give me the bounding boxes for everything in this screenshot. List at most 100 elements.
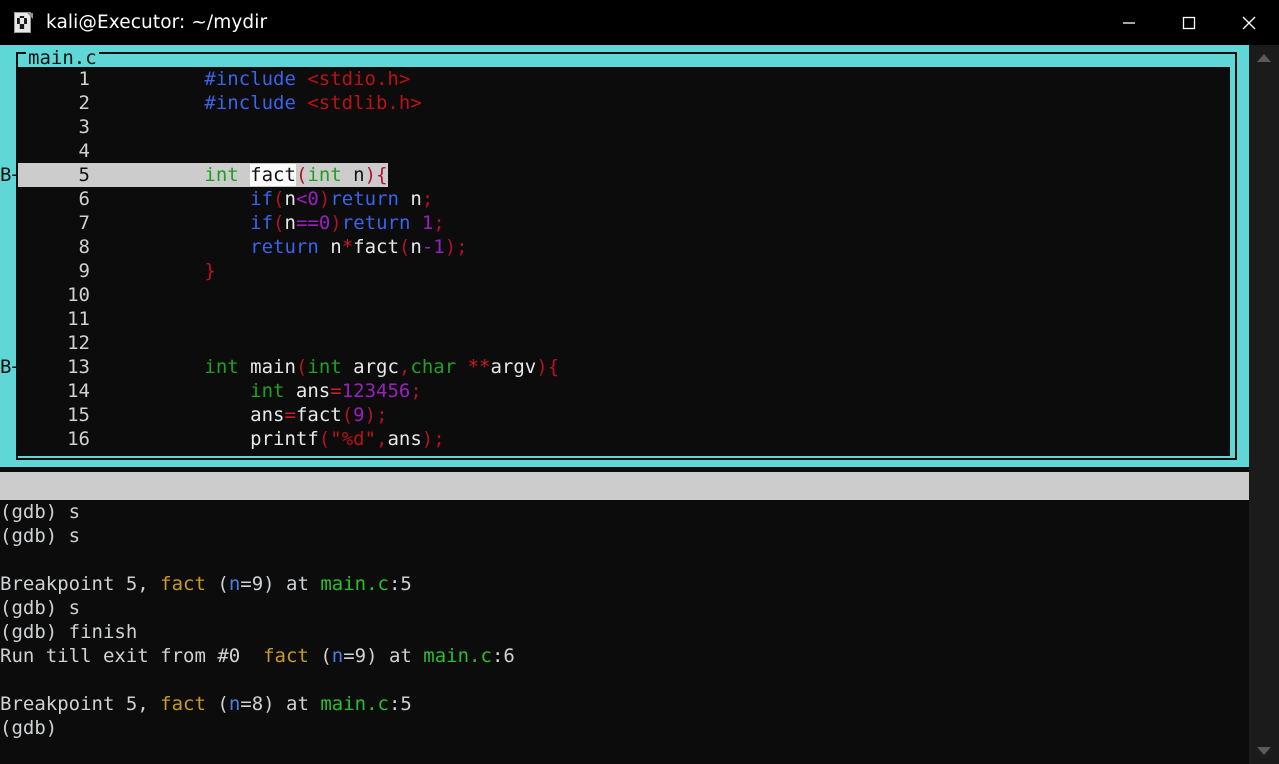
code-token: fact: [250, 164, 296, 186]
gdb-status-bar: native process 185 In: fact L5 PC: 0x555…: [0, 472, 1249, 500]
code-token: printf: [250, 428, 319, 450]
code-token: (: [273, 212, 285, 234]
code-token: n: [398, 188, 422, 210]
console-token: fact: [160, 573, 206, 595]
scroll-up-arrow-icon[interactable]: [1249, 45, 1279, 71]
source-line[interactable]: 16 printf("%d",ans);: [18, 427, 1230, 451]
console-token: fact: [160, 693, 206, 715]
code-token: (: [273, 188, 285, 210]
line-number: 1: [78, 68, 90, 90]
code-token: n: [353, 164, 365, 186]
source-line[interactable]: 14 int ans=123456;: [18, 379, 1230, 403]
console-token: =8) at: [240, 693, 321, 715]
console-token: (gdb) finish: [0, 621, 138, 643]
code-token: (: [318, 428, 331, 450]
code-token: ): [330, 212, 342, 234]
code-token: (: [341, 404, 354, 426]
gdb-console-output[interactable]: (gdb) s (gdb) s Breakpoint 5, fact (n=9) a…: [0, 500, 1249, 764]
source-code-area[interactable]: 1 #include <stdio.h> 2 #include <stdlib.h…: [18, 67, 1230, 456]
close-icon[interactable]: [1219, 0, 1279, 45]
source-line[interactable]: 10: [18, 283, 1230, 307]
code-token: ans: [387, 428, 422, 450]
console-token: (: [308, 645, 332, 667]
console-line: (gdb) s: [0, 524, 1249, 548]
code-token: argv: [490, 356, 537, 378]
line-number: 15: [67, 404, 90, 426]
console-token: (gdb): [0, 717, 58, 739]
console-line: (gdb) s: [0, 596, 1249, 620]
code-token: }: [204, 260, 216, 282]
line-source: return n*fact(n-1);: [90, 236, 467, 258]
code-token: 0: [307, 188, 319, 210]
source-line[interactable]: 6 if(n<0)return n;: [18, 187, 1230, 211]
maximize-icon[interactable]: [1159, 0, 1219, 45]
terminal-body[interactable]: main.c B+>B+ 1 #include <stdio.h>2 #incl…: [0, 45, 1279, 764]
code-token: 9: [353, 404, 365, 426]
code-token: =: [330, 380, 342, 402]
minimize-icon[interactable]: [1099, 0, 1159, 45]
console-token: fact: [263, 645, 309, 667]
line-number: 14: [67, 380, 90, 402]
source-line[interactable]: 2 #include <stdlib.h>: [18, 91, 1230, 115]
line-source: printf("%d",ans);: [90, 428, 445, 450]
code-token: return: [341, 212, 411, 234]
line-number: 3: [78, 116, 90, 138]
code-token: (: [295, 164, 308, 186]
line-source: int fact(int n){: [90, 164, 388, 186]
source-line[interactable]: 4: [18, 139, 1230, 163]
code-token: int: [307, 356, 342, 378]
code-token: n: [284, 188, 296, 210]
code-token: ): [318, 188, 331, 210]
code-token: ans: [250, 404, 285, 426]
code-token: if: [250, 212, 274, 234]
code-token: if: [250, 188, 274, 210]
code-token: 123456: [341, 380, 411, 402]
code-token: argc: [341, 356, 399, 378]
source-line[interactable]: 8 return n*fact(n-1);: [18, 235, 1230, 259]
code-token: <stdlib.h>: [307, 92, 422, 114]
code-token: #include: [204, 92, 296, 114]
code-token: ): [364, 164, 377, 186]
console-token: (: [205, 693, 229, 715]
line-number: 6: [78, 188, 90, 210]
console-line: Breakpoint 5, fact (n=8) at main.c:5: [0, 692, 1249, 716]
source-line[interactable]: 15 ans=fact(9);: [18, 403, 1230, 427]
source-line[interactable]: 7 if(n==0)return 1;: [18, 211, 1230, 235]
source-line[interactable]: 12: [18, 331, 1230, 355]
console-token: Breakpoint 5,: [0, 693, 161, 715]
source-line[interactable]: 3: [18, 115, 1230, 139]
code-token: ==: [295, 212, 319, 234]
source-line[interactable]: 1 #include <stdio.h>: [18, 67, 1230, 91]
source-line[interactable]: 5 int fact(int n){: [18, 163, 388, 187]
console-token: Breakpoint 5,: [0, 573, 161, 595]
console-token: (gdb) s: [0, 501, 81, 523]
source-line[interactable]: 11: [18, 307, 1230, 331]
code-token: "%d": [330, 428, 377, 450]
code-token: fact: [295, 404, 342, 426]
console-token: main.c: [423, 645, 492, 667]
code-token: n: [284, 212, 296, 234]
code-token: *: [341, 236, 354, 258]
window-title: kali@Executor: ~/mydir: [46, 12, 268, 33]
code-token: main: [250, 356, 296, 378]
code-token: <stdio.h>: [307, 68, 411, 90]
gdb-source-window[interactable]: main.c B+>B+ 1 #include <stdio.h>2 #incl…: [0, 45, 1249, 467]
code-token: n: [410, 236, 422, 258]
scroll-down-arrow-icon[interactable]: [1249, 738, 1279, 764]
line-source: ans=fact(9);: [90, 404, 387, 426]
console-token: main.c: [320, 693, 389, 715]
code-token: -: [421, 236, 434, 258]
source-line[interactable]: 9 }: [18, 259, 1230, 283]
source-line[interactable]: 13 int main(int argc,char **argv){: [18, 355, 1230, 379]
terminal-scrollbar[interactable]: [1249, 45, 1279, 764]
line-number: 16: [67, 428, 90, 450]
